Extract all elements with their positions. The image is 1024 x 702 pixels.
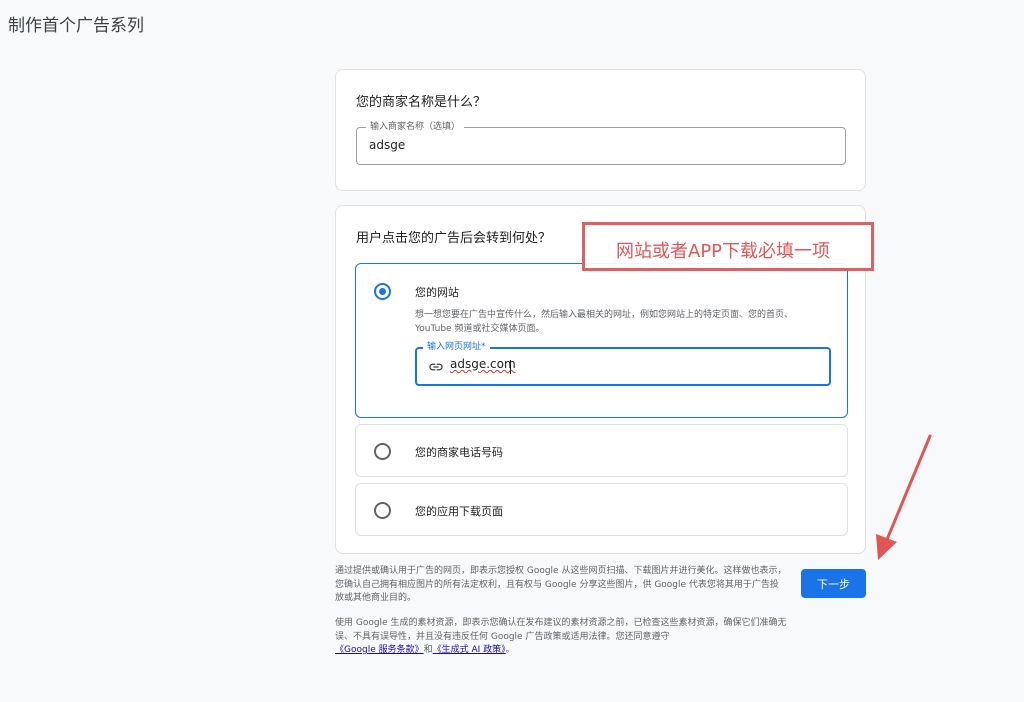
next-button[interactable]: 下一步	[801, 569, 866, 598]
annotation-arrow-icon	[876, 434, 932, 560]
legal-paragraph-2-text: 使用 Google 生成的素材资源，即表示您确认在发布建议的素材资源之前，已检查…	[335, 618, 787, 642]
website-url-value[interactable]: adsge.com	[450, 357, 516, 371]
option-website-label: 您的网站	[415, 286, 459, 299]
text-caret	[510, 360, 511, 374]
option-phone[interactable]: 您的商家电话号码	[355, 424, 848, 477]
option-app[interactable]: 您的应用下载页面	[355, 483, 848, 536]
option-app-label: 您的应用下载页面	[415, 505, 503, 518]
legal-joiner: 和	[423, 645, 433, 655]
website-url-field[interactable]: 输入网页网址* adsge.com	[415, 341, 831, 386]
legal-paragraph-1: 通过提供或确认用于广告的网页，即表示您授权 Google 从这些网页扫描、下载图…	[335, 566, 787, 603]
link-icon	[429, 363, 443, 371]
business-name-field-label: 输入商家名称（选填）	[366, 121, 465, 133]
business-name-question: 您的商家名称是什么？	[356, 95, 487, 110]
terms-of-service-link[interactable]: 《Google 服务条款》	[335, 645, 424, 655]
business-name-value[interactable]: adsge	[369, 138, 405, 152]
generative-ai-policy-link[interactable]: 《生成式 AI 政策》	[433, 645, 506, 655]
option-phone-label: 您的商家电话号码	[415, 446, 503, 459]
legal-paragraph-2: 使用 Google 生成的素材资源，即表示您确认在发布建议的素材资源之前，已检查…	[335, 617, 787, 658]
phone-radio[interactable]	[374, 443, 391, 460]
destination-question: 用户点击您的广告后会转到何处？	[356, 231, 552, 246]
annotation-text: 网站或者APP下载必填一项	[616, 241, 831, 262]
annotation-box: 网站或者APP下载必填一项	[582, 222, 874, 271]
page-title: 制作首个广告系列	[8, 16, 144, 36]
business-name-field[interactable]: 输入商家名称（选填） adsge	[356, 121, 846, 165]
legal-end: 。	[505, 645, 515, 655]
option-website[interactable]: 您的网站 想一想您要在广告中宣传什么，然后输入最相关的网址，例如您网站上的特定页…	[355, 263, 848, 418]
option-website-description: 想一想您要在广告中宣传什么，然后输入最相关的网址，例如您网站上的特定页面、您的首…	[415, 310, 794, 334]
website-url-label: 输入网页网址*	[423, 341, 490, 353]
website-radio[interactable]	[374, 283, 391, 300]
business-name-card: 您的商家名称是什么？ 输入商家名称（选填） adsge	[335, 69, 866, 191]
app-radio[interactable]	[374, 502, 391, 519]
